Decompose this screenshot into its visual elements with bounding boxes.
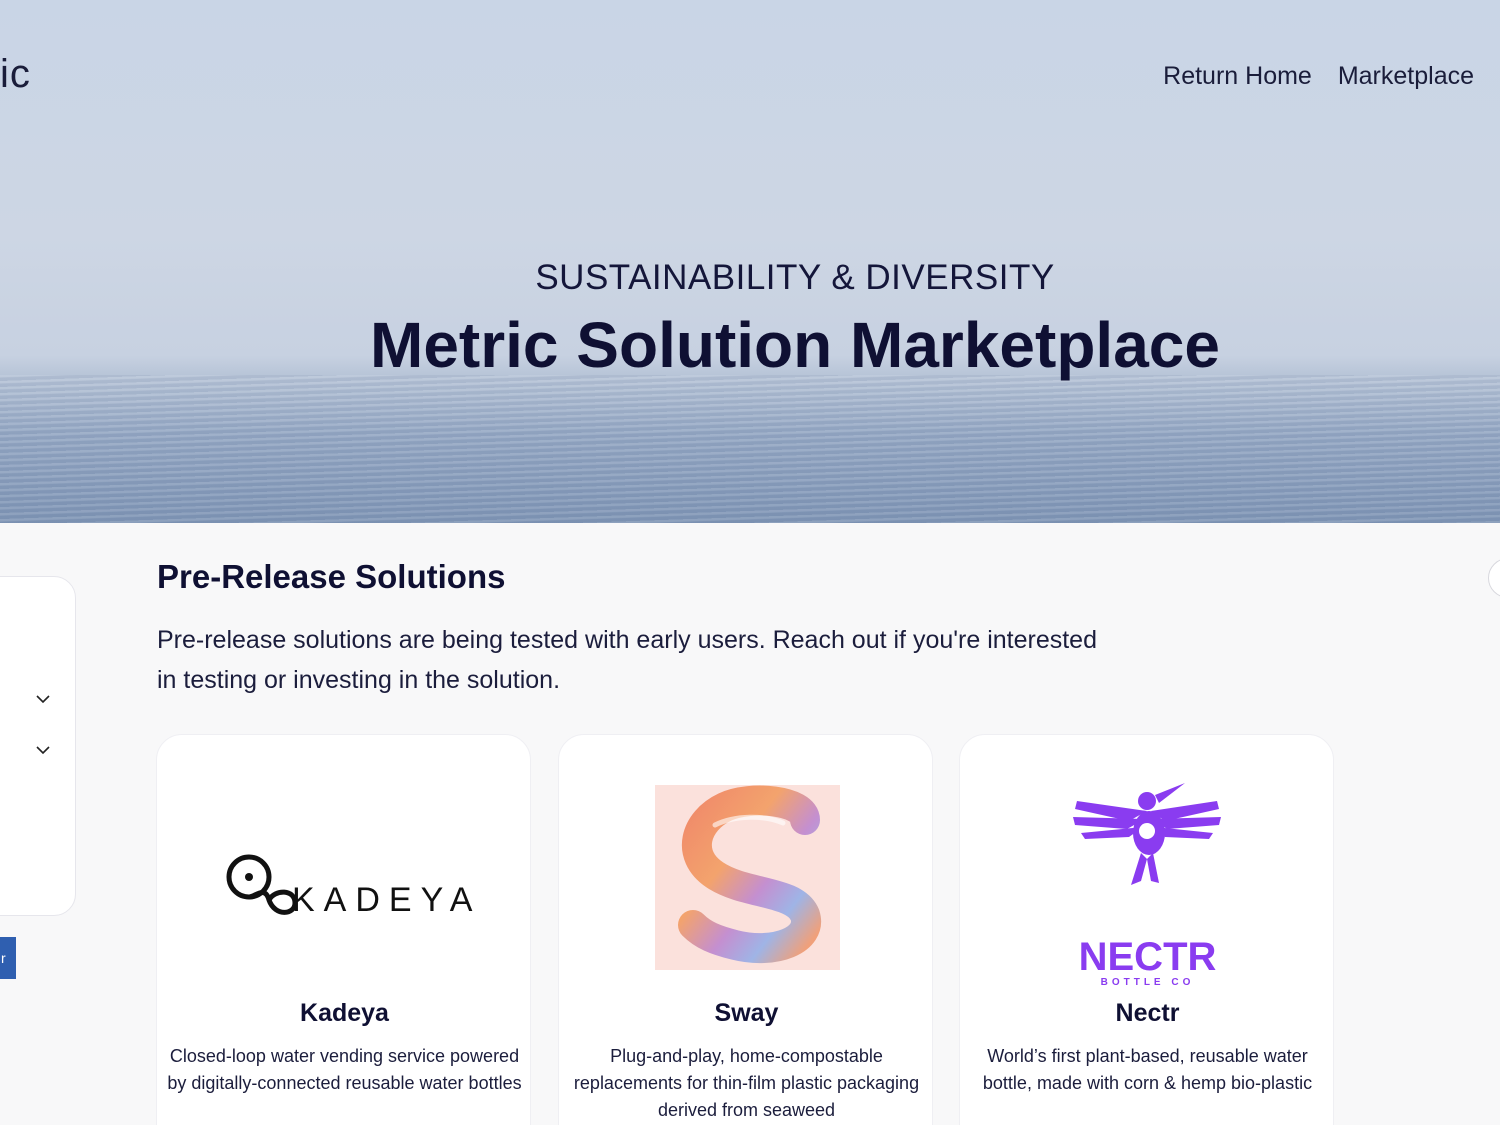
filter-panel (0, 576, 76, 916)
page-title: Metric Solution Marketplace (370, 309, 1220, 381)
nav-marketplace[interactable]: Marketplace (1338, 62, 1474, 91)
card-title: Sway (714, 999, 779, 1027)
filter-apply-button[interactable]: r (0, 937, 16, 979)
top-nav: Return Home Marketplace (1163, 62, 1474, 91)
nav-return-home[interactable]: Return Home (1163, 62, 1312, 91)
solution-card-kadeya[interactable]: KADEYA Kadeya Closed-loop water vending … (156, 734, 531, 1125)
site-logo[interactable]: ic (0, 52, 31, 97)
section-title: Pre-Release Solutions (157, 558, 506, 595)
hero-eyebrow: SUSTAINABILITY & DIVERSITY (535, 258, 1055, 297)
card-description: World’s first plant-based, reusable wate… (982, 1046, 1313, 1093)
carousel-toggle-button[interactable] (1488, 558, 1500, 598)
section-description-line: Pre-release solutions are being tested w… (157, 626, 1097, 654)
kadeya-wordmark: KADEYA (292, 881, 482, 919)
nectr-wordmark: NECTR (1078, 935, 1217, 979)
card-description: Plug-and-play, home-compostable replacem… (573, 1046, 920, 1120)
solution-card-nectr[interactable]: NECTR BOTTLE CO Nectr World’s first plan… (959, 734, 1334, 1125)
hero-banner: ic Return Home Marketplace SUSTAINABILIT… (0, 0, 1500, 523)
sway-s-icon (655, 785, 840, 970)
nectr-subtext: BOTTLE CO (1100, 977, 1195, 988)
chevron-down-icon[interactable] (35, 742, 53, 760)
section-description-line: in testing or investing in the solution. (157, 666, 561, 694)
chevron-down-icon[interactable] (35, 691, 53, 709)
card-title: Nectr (1115, 999, 1180, 1027)
card-description: Closed-loop water vending service powere… (167, 1046, 522, 1093)
nectr-logo: NECTR BOTTLE CO (960, 775, 1335, 988)
kadeya-logo: KADEYA (157, 775, 532, 975)
solution-card-sway[interactable]: Sway Plug-and-play, home-compostable rep… (558, 734, 933, 1125)
section-description: Pre-release solutions are being tested w… (157, 620, 1197, 700)
sway-logo (559, 775, 934, 975)
hero-sea-background (0, 375, 1500, 523)
hummingbird-icon (1073, 783, 1221, 885)
card-title: Kadeya (300, 999, 389, 1027)
